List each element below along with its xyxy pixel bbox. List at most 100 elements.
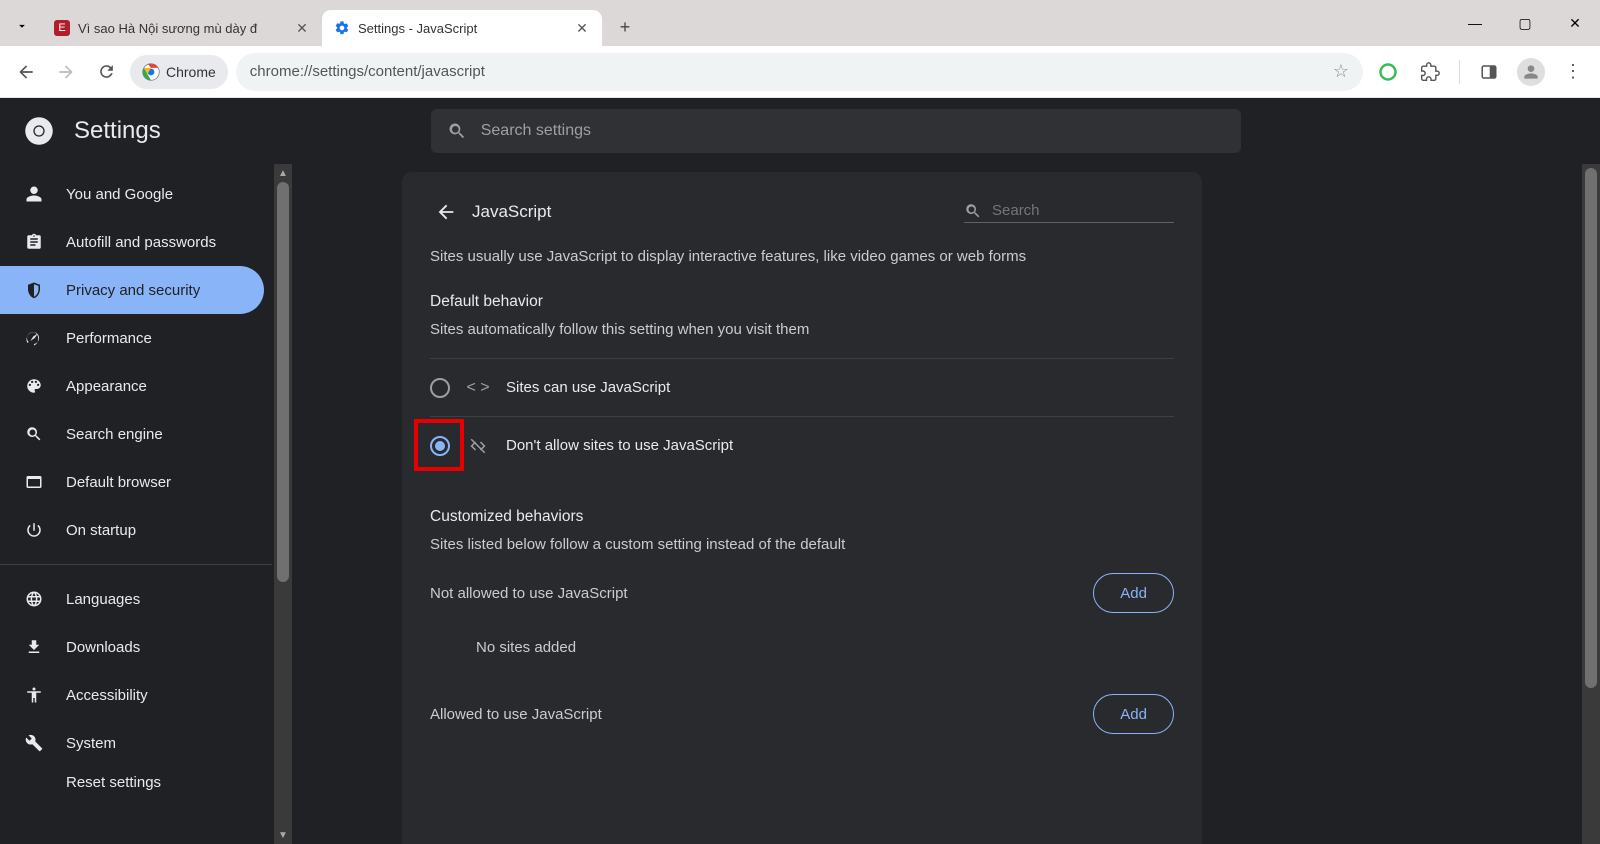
window-controls: — ▢ ✕ (1450, 0, 1600, 46)
extension-icon[interactable] (1371, 55, 1405, 89)
not-allowed-label: Not allowed to use JavaScript (430, 585, 628, 602)
globe-icon (24, 590, 44, 608)
sidebar-item-reset[interactable]: Reset settings (0, 767, 264, 797)
sidebar-item-privacy[interactable]: Privacy and security (0, 266, 264, 314)
sidebar-scrollbar[interactable]: ▲ ▼ (274, 164, 292, 844)
search-placeholder: Search settings (481, 122, 591, 140)
page-title: Settings (74, 117, 161, 145)
option-label: Sites can use JavaScript (506, 379, 670, 396)
bookmark-star-icon[interactable]: ☆ (1333, 61, 1349, 82)
sidebar-item-system[interactable]: System (0, 719, 264, 767)
tab-close-icon[interactable]: ✕ (294, 20, 310, 36)
content-area: JavaScript Sites usually use JavaScript … (292, 164, 1600, 844)
sidebar-item-label: Performance (66, 330, 152, 347)
sidepanel-icon[interactable] (1472, 55, 1506, 89)
sidebar-item-label: Accessibility (66, 687, 148, 704)
back-button[interactable] (10, 56, 42, 88)
radio-button-selected[interactable] (430, 436, 450, 456)
radio-button[interactable] (430, 378, 450, 398)
sidebar-item-on-startup[interactable]: On startup (0, 506, 264, 554)
site-chip[interactable]: Chrome (130, 55, 228, 89)
tab-search-dropdown[interactable] (8, 12, 36, 40)
browser-tab[interactable]: E Vì sao Hà Nội sương mù dày đ ✕ (42, 10, 322, 46)
tab-favicon: E (54, 20, 70, 36)
add-allowed-button[interactable]: Add (1093, 694, 1174, 734)
page-header: Settings Search settings (0, 98, 1600, 164)
download-icon (24, 638, 44, 656)
card-title: JavaScript (472, 202, 551, 222)
sidebar-item-default-browser[interactable]: Default browser (0, 458, 264, 506)
sidebar-item-accessibility[interactable]: Accessibility (0, 671, 264, 719)
forward-button[interactable] (50, 56, 82, 88)
default-behavior-title: Default behavior (430, 293, 1174, 311)
accessibility-icon (24, 686, 44, 704)
empty-list-text: No sites added (430, 621, 1174, 666)
back-arrow-button[interactable] (430, 196, 462, 228)
clipboard-icon (24, 233, 44, 251)
scroll-down-icon[interactable]: ▼ (274, 826, 292, 844)
chrome-logo-icon (24, 116, 54, 146)
allowed-label: Allowed to use JavaScript (430, 706, 602, 723)
profile-avatar[interactable] (1514, 55, 1548, 89)
speedometer-icon (24, 329, 44, 347)
sidebar-item-appearance[interactable]: Appearance (0, 362, 264, 410)
search-icon (24, 425, 44, 443)
sidebar-item-label: Default browser (66, 474, 171, 491)
sidebar-item-languages[interactable]: Languages (0, 575, 264, 623)
sidebar-item-downloads[interactable]: Downloads (0, 623, 264, 671)
shield-icon (24, 281, 44, 299)
option-allow-js[interactable]: < > Sites can use JavaScript (430, 358, 1174, 416)
sidebar-item-label: On startup (66, 522, 136, 539)
settings-page: Settings Search settings You and Google … (0, 98, 1600, 844)
search-icon (447, 121, 467, 141)
new-tab-button[interactable]: + (610, 12, 640, 42)
browser-tab-active[interactable]: Settings - JavaScript ✕ (322, 10, 602, 46)
sidebar: You and Google Autofill and passwords Pr… (0, 164, 292, 844)
sidebar-item-search-engine[interactable]: Search engine (0, 410, 264, 458)
reload-button[interactable] (90, 56, 122, 88)
sidebar-item-label: Reset settings (66, 774, 161, 791)
custom-behaviors-desc: Sites listed below follow a custom setti… (430, 536, 1174, 553)
browser-toolbar: Chrome chrome://settings/content/javascr… (0, 46, 1600, 98)
scrollbar-thumb[interactable] (1585, 168, 1597, 688)
scrollbar-thumb[interactable] (277, 182, 289, 582)
sidebar-item-you-and-google[interactable]: You and Google (0, 170, 264, 218)
toolbar-separator (1459, 60, 1460, 84)
default-behavior-desc: Sites automatically follow this setting … (430, 321, 1174, 338)
sidebar-item-label: Languages (66, 591, 140, 608)
tab-label: Vì sao Hà Nội sương mù dày đ (78, 21, 286, 36)
minimize-button[interactable]: — (1450, 0, 1500, 46)
kebab-menu-icon[interactable]: ⋮ (1556, 55, 1590, 89)
sidebar-item-label: Appearance (66, 378, 147, 395)
url-text: chrome://settings/content/javascript (250, 63, 485, 80)
power-icon (24, 521, 44, 539)
settings-card: JavaScript Sites usually use JavaScript … (402, 172, 1202, 844)
inline-search-input[interactable] (992, 202, 1152, 219)
custom-behaviors-title: Customized behaviors (430, 508, 1174, 526)
option-block-js[interactable]: Don't allow sites to use JavaScript (430, 416, 1174, 474)
sidebar-item-label: System (66, 735, 116, 752)
sidebar-item-label: Downloads (66, 639, 140, 656)
extensions-puzzle-icon[interactable] (1413, 55, 1447, 89)
tab-close-icon[interactable]: ✕ (574, 20, 590, 36)
code-icon: < > (468, 379, 488, 397)
scroll-up-icon[interactable]: ▲ (274, 164, 292, 182)
browser-icon (24, 473, 44, 491)
search-icon (964, 202, 982, 220)
sidebar-item-label: Search engine (66, 426, 163, 443)
sidebar-item-autofill[interactable]: Autofill and passwords (0, 218, 264, 266)
sidebar-item-performance[interactable]: Performance (0, 314, 264, 362)
address-bar[interactable]: chrome://settings/content/javascript ☆ (236, 53, 1363, 91)
sidebar-item-label: You and Google (66, 186, 173, 203)
inline-search[interactable] (964, 202, 1174, 223)
code-off-icon (468, 437, 488, 455)
wrench-icon (24, 734, 44, 752)
close-window-button[interactable]: ✕ (1550, 0, 1600, 46)
search-settings-input[interactable]: Search settings (431, 109, 1241, 153)
maximize-button[interactable]: ▢ (1500, 0, 1550, 46)
sidebar-item-label: Privacy and security (66, 282, 200, 299)
main-scrollbar[interactable] (1582, 164, 1600, 844)
sidebar-item-label: Autofill and passwords (66, 234, 216, 251)
gear-icon (334, 20, 350, 36)
add-not-allowed-button[interactable]: Add (1093, 573, 1174, 613)
